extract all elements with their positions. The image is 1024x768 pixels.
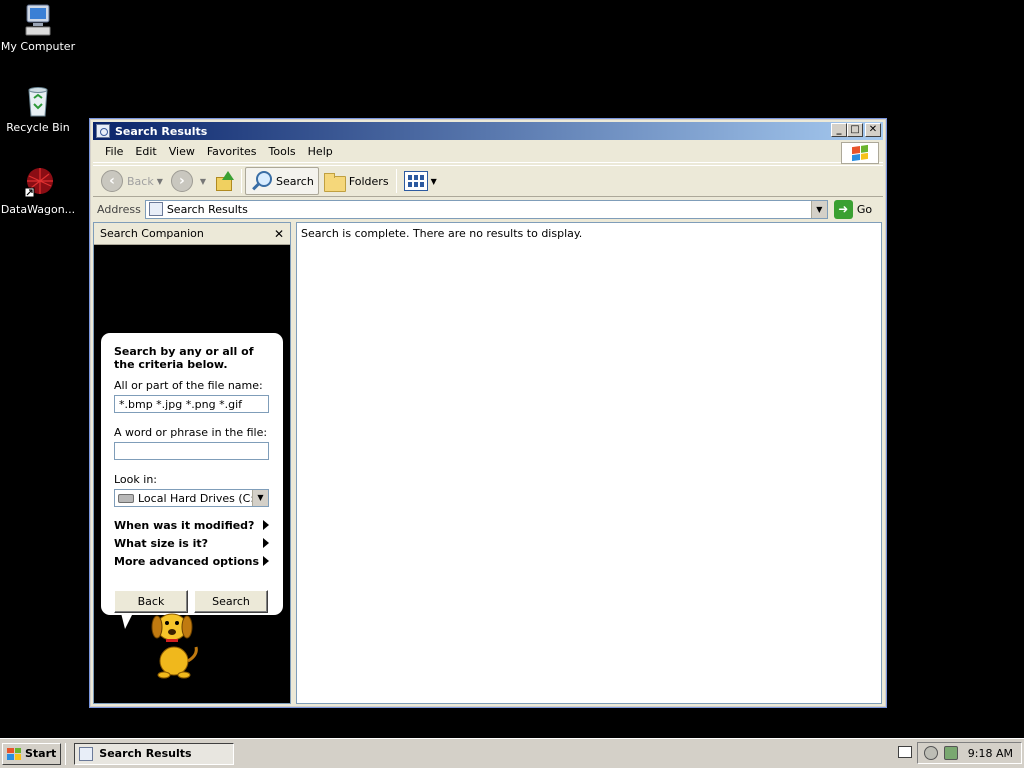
- go-arrow-icon: ➜: [833, 199, 853, 219]
- close-pane-icon[interactable]: ✕: [274, 227, 284, 241]
- start-button[interactable]: Start: [2, 742, 62, 765]
- maximize-button[interactable]: □: [847, 123, 863, 137]
- search-window-icon: [96, 124, 110, 138]
- chevron-down-icon: ▼: [156, 176, 163, 186]
- search-companion-pane: Search Companion ✕ Search by any or all …: [93, 222, 291, 704]
- desktop: My Computer Recycle Bin DataWagon... Sea…: [0, 0, 1024, 738]
- up-folder-button[interactable]: [210, 167, 238, 195]
- search-results-icon: [148, 202, 163, 216]
- menu-file[interactable]: File: [99, 145, 129, 158]
- expand-arrow-icon: [263, 538, 269, 548]
- when-modified-option[interactable]: When was it modified?: [114, 516, 269, 534]
- datawagon-shortcut-icon: [21, 166, 55, 200]
- back-label: Back: [127, 174, 154, 188]
- views-icon: [403, 171, 428, 191]
- chevron-down-icon: ▼: [430, 176, 437, 186]
- title-bar[interactable]: Search Results _ □ ✕: [93, 122, 883, 140]
- option-label: When was it modified?: [114, 518, 255, 532]
- go-button[interactable]: ➜ Go: [833, 199, 873, 219]
- expand-arrow-icon: [263, 520, 269, 530]
- look-in-select[interactable]: Local Hard Drives (C:) ▼: [114, 489, 269, 507]
- search-results-window: Search Results _ □ ✕ File Edit View Favo…: [89, 118, 887, 708]
- forward-arrow-icon: ›: [170, 170, 193, 192]
- taskbar: Start Search Results 9:18 AM: [0, 738, 1024, 768]
- close-button[interactable]: ✕: [865, 123, 881, 137]
- filename-label: All or part of the file name:: [114, 379, 263, 392]
- chevron-down-icon: ▼: [199, 176, 207, 186]
- search-label: Search: [276, 174, 314, 188]
- window-title: Search Results: [115, 124, 208, 138]
- address-input[interactable]: Search Results ▼: [144, 199, 828, 219]
- go-label: Go: [856, 202, 873, 216]
- minimize-button[interactable]: _: [831, 123, 847, 137]
- standard-toolbar: ‹ Back ▼ › ▼ Search Folders ▼: [93, 165, 883, 197]
- search-companion-header: Search Companion ✕: [94, 223, 290, 245]
- companion-search-button[interactable]: Search: [194, 590, 268, 613]
- menu-edit[interactable]: Edit: [129, 145, 162, 158]
- folders-icon: [323, 172, 346, 192]
- toolbar-separator: [241, 169, 243, 193]
- address-label: Address: [97, 202, 141, 216]
- search-criteria-heading: Search by any or all of the criteria bel…: [114, 345, 254, 371]
- advanced-options[interactable]: More advanced options: [114, 552, 269, 570]
- start-label: Start: [25, 747, 57, 760]
- search-companion-title: Search Companion: [100, 227, 204, 240]
- desktop-icon-recycle-bin[interactable]: Recycle Bin: [0, 84, 76, 134]
- chevron-down-icon[interactable]: ▼: [252, 490, 268, 506]
- address-bar: Address Search Results ▼ ➜ Go: [93, 198, 883, 220]
- menu-view[interactable]: View: [163, 145, 201, 158]
- filename-input[interactable]: *.bmp *.jpg *.png *.gif: [114, 395, 269, 413]
- phrase-input[interactable]: [114, 442, 269, 460]
- search-button[interactable]: Search: [245, 167, 319, 195]
- search-dog-icon[interactable]: [144, 605, 204, 679]
- toolbar-separator: [395, 169, 397, 193]
- my-computer-icon: [21, 3, 55, 37]
- menu-favorites[interactable]: Favorites: [201, 145, 263, 158]
- clock[interactable]: 9:18 AM: [968, 747, 1013, 760]
- results-message: Search is complete. There are no results…: [301, 227, 583, 240]
- system-tray: 9:18 AM: [916, 742, 1022, 764]
- menu-bar: File Edit View Favorites Tools Help: [93, 141, 883, 164]
- menu-tools[interactable]: Tools: [263, 145, 302, 158]
- address-dropdown-icon[interactable]: ▼: [810, 200, 827, 218]
- desktop-icon-label: DataWagon...: [0, 203, 76, 216]
- task-label: Search Results: [99, 747, 192, 760]
- forward-button[interactable]: › ▼: [167, 167, 210, 195]
- look-in-label: Look in:: [114, 473, 157, 486]
- phrase-label: A word or phrase in the file:: [114, 426, 268, 439]
- option-label: More advanced options: [114, 554, 260, 568]
- windows-flag-icon: [7, 747, 21, 760]
- search-icon: [250, 170, 273, 192]
- desktop-icon-datawagon[interactable]: DataWagon...: [0, 166, 76, 216]
- look-in-value: Local Hard Drives (C:): [138, 491, 259, 505]
- desktop-icon-label: My Computer: [0, 40, 76, 53]
- keyboard-icon[interactable]: [898, 746, 912, 758]
- search-criteria-balloon: Search by any or all of the criteria bel…: [101, 333, 283, 615]
- desktop-icon-label: Recycle Bin: [6, 121, 70, 134]
- views-button[interactable]: ▼: [400, 167, 441, 195]
- recycle-bin-icon: [21, 84, 55, 118]
- back-arrow-icon: ‹: [101, 170, 123, 192]
- back-button[interactable]: ‹ Back ▼: [97, 167, 167, 195]
- balloon-tail: [121, 613, 133, 629]
- up-folder-icon: [214, 171, 235, 191]
- search-results-icon: [79, 746, 94, 761]
- expand-arrow-icon: [263, 556, 269, 566]
- option-label: What size is it?: [114, 536, 209, 550]
- results-pane: Search is complete. There are no results…: [296, 222, 882, 704]
- windows-logo-icon: [841, 142, 879, 164]
- folders-button[interactable]: Folders: [319, 167, 393, 195]
- hard-drive-icon: [118, 493, 134, 503]
- network-icon[interactable]: [943, 746, 958, 760]
- menu-help[interactable]: Help: [302, 145, 339, 158]
- taskbar-separator: [65, 742, 67, 765]
- taskbar-item-search-results[interactable]: Search Results: [74, 742, 235, 765]
- folders-label: Folders: [348, 174, 389, 188]
- size-option[interactable]: What size is it?: [114, 534, 269, 552]
- desktop-icon-my-computer[interactable]: My Computer: [0, 3, 76, 53]
- address-value: Search Results: [166, 202, 248, 216]
- speaker-icon[interactable]: [923, 746, 938, 760]
